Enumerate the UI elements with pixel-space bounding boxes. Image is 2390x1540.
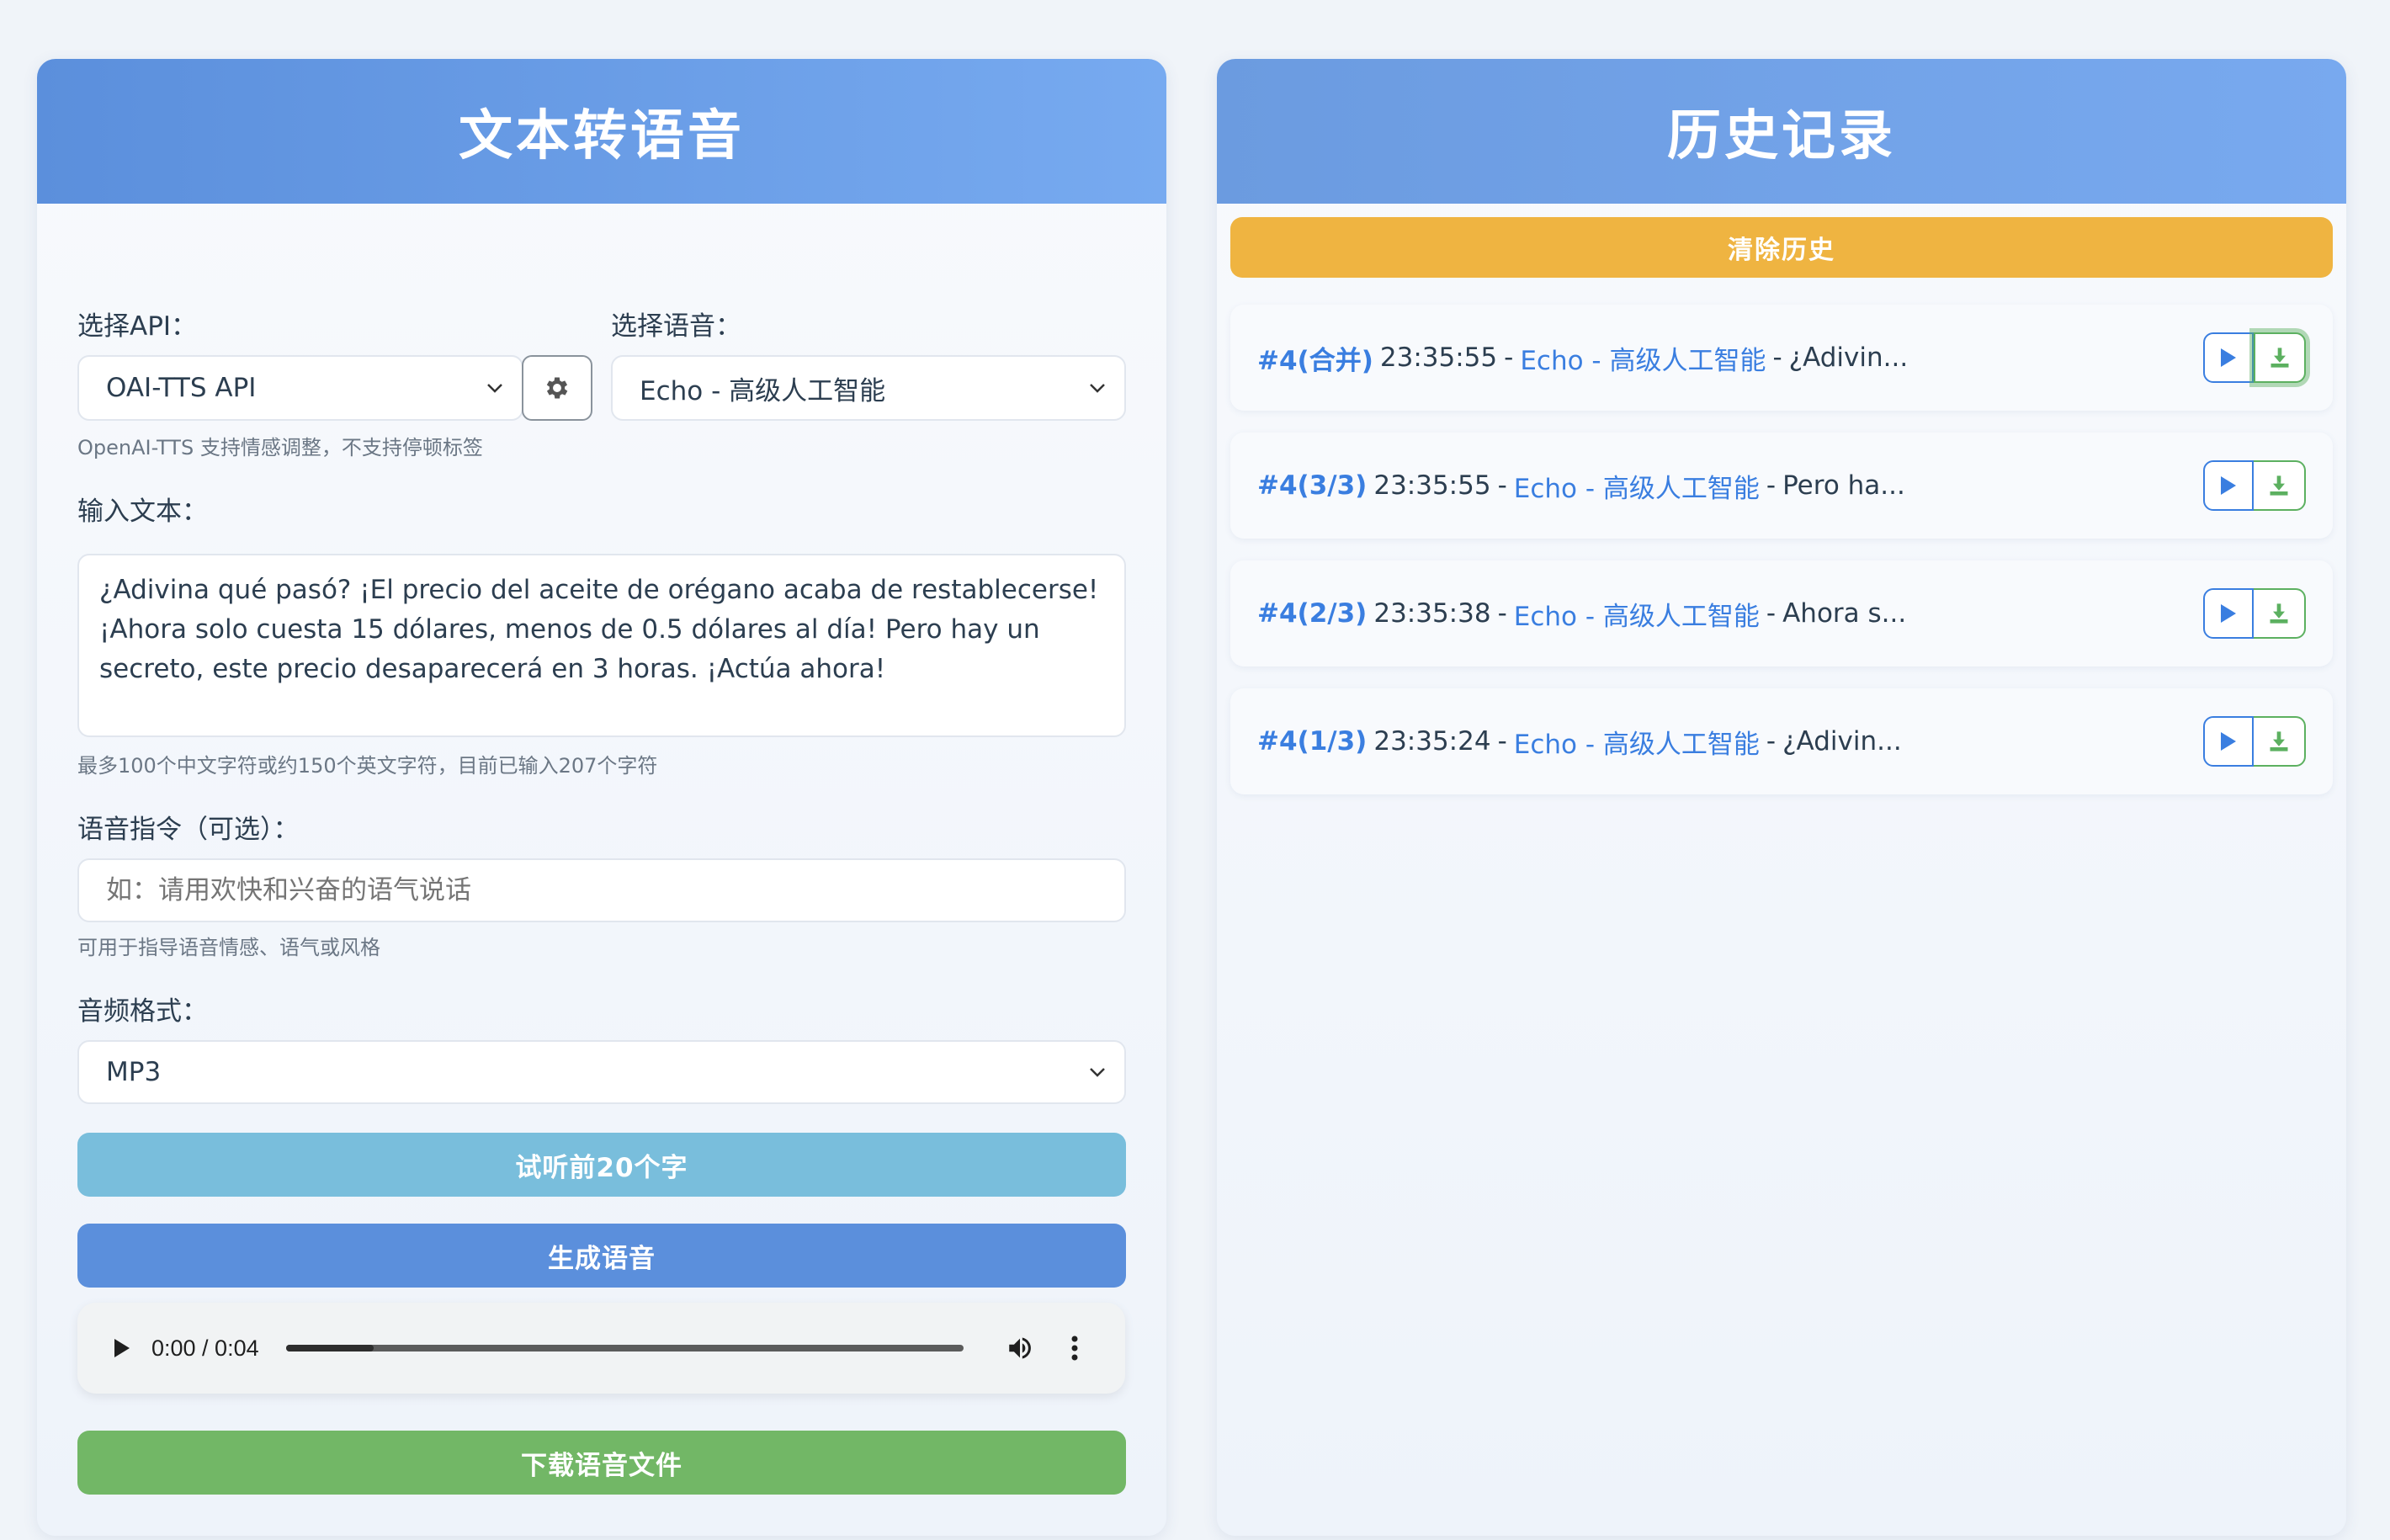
play-icon[interactable] <box>111 1336 133 1360</box>
history-title: 历史记录 <box>1217 59 2346 204</box>
audio-progress-track[interactable] <box>285 1345 964 1351</box>
history-play-button[interactable] <box>2203 332 2254 383</box>
history-play-button[interactable] <box>2203 588 2254 639</box>
history-tag: #4(合并) <box>1257 345 1373 376</box>
history-voice: Echo - 高级人工智能 <box>1520 345 1766 376</box>
play-icon <box>2221 732 2236 751</box>
history-text: ¿Adivin... <box>1788 343 1909 373</box>
history-play-button[interactable] <box>2203 460 2254 511</box>
history-voice: Echo - 高级人工智能 <box>1513 473 1760 504</box>
voice-select[interactable]: Echo - 高级人工智能 <box>611 355 1126 421</box>
chevron-down-icon <box>1090 1068 1105 1077</box>
format-select-value: MP3 <box>106 1057 162 1087</box>
chevron-down-icon <box>487 384 502 393</box>
history-text: ¿Adivin... <box>1782 726 1902 757</box>
history-item: #4(2/3) 23:35:38 - Echo - 高级人工智能 - Ahora… <box>1230 560 2333 666</box>
more-vertical-icon[interactable] <box>1070 1334 1080 1362</box>
history-download-button[interactable] <box>2254 716 2306 767</box>
history-item: #4(3/3) 23:35:55 - Echo - 高级人工智能 - Pero … <box>1230 433 2333 539</box>
history-download-button[interactable] <box>2254 460 2306 511</box>
history-text: Pero ha... <box>1782 470 1905 501</box>
download-icon <box>2270 603 2288 624</box>
play-icon <box>2221 476 2236 495</box>
text-input[interactable]: ¿Adivina qué pasó? ¡El precio del aceite… <box>77 554 1126 737</box>
history-tag: #4(3/3) <box>1257 470 1368 501</box>
tts-title: 文本转语音 <box>37 59 1166 204</box>
audio-buffered-bar <box>285 1345 374 1351</box>
history-voice: Echo - 高级人工智能 <box>1513 729 1760 760</box>
chevron-down-icon <box>1090 384 1105 393</box>
download-icon <box>2270 731 2288 751</box>
voice-select-value: Echo - 高级人工智能 <box>640 375 886 406</box>
history-list: #4(合并) 23:35:55 - Echo - 高级人工智能 - ¿Adivi… <box>1230 305 2333 816</box>
play-icon <box>2221 348 2236 367</box>
format-label: 音频格式： <box>77 996 208 1027</box>
tts-panel: 文本转语音 选择API： OAI-TTS API OpenAI-TTS 支持情感… <box>37 59 1166 1536</box>
history-item: #4(合并) 23:35:55 - Echo - 高级人工智能 - ¿Adivi… <box>1230 305 2333 411</box>
history-play-button[interactable] <box>2203 716 2254 767</box>
history-download-button[interactable] <box>2254 588 2306 639</box>
api-settings-button[interactable] <box>522 355 592 421</box>
gear-icon <box>546 377 568 399</box>
history-time: 23:35:38 <box>1373 598 1491 629</box>
volume-icon[interactable] <box>1004 1334 1036 1362</box>
voice-label: 选择语音： <box>611 311 741 342</box>
api-select[interactable]: OAI-TTS API <box>77 355 523 421</box>
history-panel: 历史记录 清除历史 #4(合并) 23:35:55 - Echo - 高级人工智… <box>1217 59 2346 1536</box>
history-time: 23:35:55 <box>1379 343 1498 373</box>
history-text: Ahora s... <box>1782 598 1907 629</box>
api-label: 选择API： <box>77 311 198 342</box>
download-button[interactable]: 下载语音文件 <box>77 1431 1126 1495</box>
play-icon <box>2221 604 2236 623</box>
history-time: 23:35:55 <box>1373 470 1491 501</box>
preview-button[interactable]: 试听前20个字 <box>77 1133 1126 1197</box>
text-hint: 最多100个中文字符或约150个英文字符，目前已输入207个字符 <box>77 754 658 778</box>
format-select[interactable]: MP3 <box>77 1040 1126 1104</box>
audio-player: 0:00 / 0:04 <box>77 1303 1125 1394</box>
api-hint: OpenAI-TTS 支持情感调整，不支持停顿标签 <box>77 436 483 459</box>
generate-button[interactable]: 生成语音 <box>77 1224 1126 1288</box>
api-select-value: OAI-TTS API <box>106 373 257 403</box>
history-item: #4(1/3) 23:35:24 - Echo - 高级人工智能 - ¿Adiv… <box>1230 688 2333 794</box>
instruction-input[interactable] <box>77 858 1126 922</box>
text-label: 输入文本： <box>77 497 208 527</box>
history-tag: #4(1/3) <box>1257 726 1368 757</box>
history-voice: Echo - 高级人工智能 <box>1513 601 1760 632</box>
clear-history-button[interactable]: 清除历史 <box>1230 217 2333 278</box>
download-icon <box>2270 475 2288 496</box>
history-time: 23:35:24 <box>1373 726 1491 757</box>
audio-time: 0:00 / 0:04 <box>151 1335 259 1361</box>
history-tag: #4(2/3) <box>1257 598 1368 629</box>
download-icon <box>2270 348 2289 368</box>
instruction-hint: 可用于指导语音情感、语气或风格 <box>77 936 380 959</box>
instruction-label: 语音指令（可选）： <box>77 815 300 845</box>
history-download-button[interactable] <box>2254 332 2306 383</box>
